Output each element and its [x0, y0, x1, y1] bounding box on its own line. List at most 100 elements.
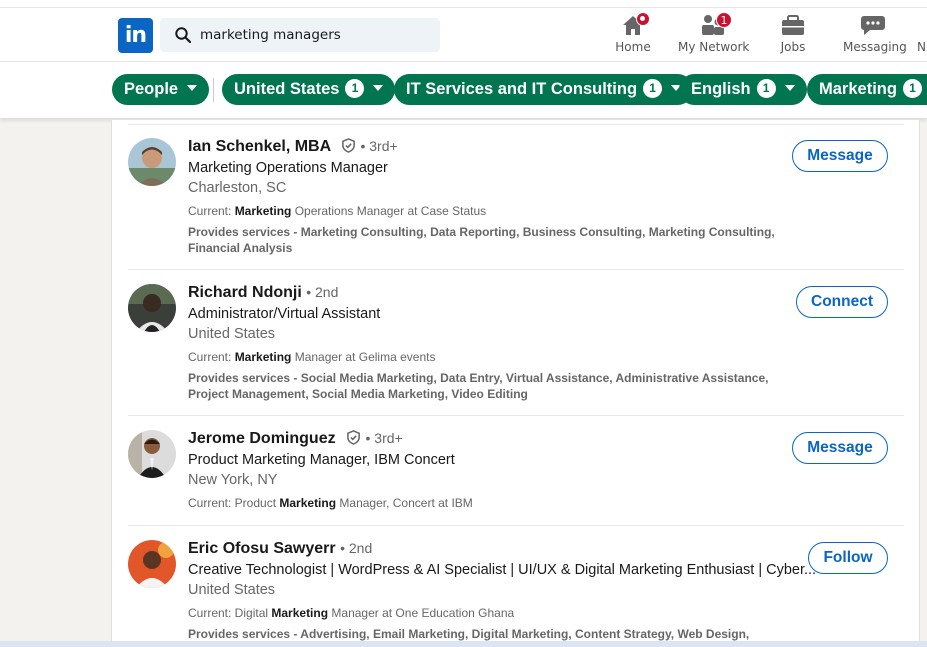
browser-top-strip: [0, 0, 927, 8]
current-suffix: Manager at Gelima events: [291, 350, 436, 364]
result-location: New York, NY: [188, 472, 278, 488]
name-text[interactable]: Jerome Dominguez: [188, 430, 336, 447]
result-card: Ian Schenkel, MBA • 3rd+ Marketing Opera…: [112, 138, 921, 268]
global-nav: in marketing managers Home 1 My Network: [0, 8, 927, 62]
filter-label: Marketing: [819, 80, 897, 98]
result-name[interactable]: Jerome Dominguez • 3rd+: [188, 430, 403, 448]
result-location: United States: [188, 326, 276, 342]
filter-divider: [213, 78, 214, 102]
filter-language[interactable]: English 1: [679, 74, 807, 105]
current-prefix: Current:: [188, 350, 235, 364]
result-current-position: Current: Marketing Manager at Gelima eve…: [188, 350, 435, 364]
result-card: Eric Ofosu Sawyerr • 2nd Creative Techno…: [112, 540, 921, 647]
result-current-position: Current: Product Marketing Manager, Conc…: [188, 496, 473, 510]
current-suffix: Operations Manager at Case Status: [291, 204, 487, 218]
nav-home[interactable]: Home: [614, 12, 652, 58]
current-suffix: Manager at One Education Ghana: [328, 606, 515, 620]
filter-label: United States: [234, 80, 340, 98]
nav-my-network[interactable]: 1 My Network: [678, 12, 750, 58]
connection-degree: • 3rd+: [360, 138, 398, 154]
result-name[interactable]: Eric Ofosu Sawyerr • 2nd: [188, 540, 372, 558]
nav-label: Jobs: [780, 40, 806, 54]
name-text[interactable]: Eric Ofosu Sawyerr: [188, 540, 336, 557]
result-location: Charleston, SC: [188, 180, 287, 196]
name-text[interactable]: Richard Ndonji: [188, 284, 302, 301]
filter-label: IT Services and IT Consulting: [406, 80, 638, 98]
nav-label: Home: [615, 40, 651, 54]
message-button[interactable]: Message: [792, 432, 888, 464]
nav-label: My Network: [678, 40, 750, 54]
search-icon: [175, 27, 192, 44]
divider: [128, 525, 904, 526]
caret-down-icon: [784, 85, 795, 91]
avatar[interactable]: [128, 430, 176, 478]
result-headline: Marketing Operations Manager: [188, 160, 388, 176]
notifications-icon: [917, 14, 927, 36]
result-headline: Product Marketing Manager, IBM Concert: [188, 452, 455, 468]
connection-degree: • 3rd+: [365, 430, 403, 446]
jobs-icon: [780, 14, 806, 36]
nav-messaging[interactable]: Messaging: [843, 14, 907, 58]
result-headline: Administrator/Virtual Assistant: [188, 306, 381, 322]
result-services: Provides services - Advertising, Email M…: [188, 627, 750, 641]
linkedin-logo[interactable]: in: [118, 18, 153, 53]
result-card: Richard Ndonji • 2nd Administrator/Virtu…: [112, 284, 921, 414]
avatar[interactable]: [128, 284, 176, 332]
name-text[interactable]: Ian Schenkel, MBA: [188, 138, 331, 155]
home-notification-dot: [636, 12, 650, 26]
my-network-icon: 1: [700, 12, 732, 36]
divider: [128, 415, 904, 416]
search-filter-bar: People United States 1 IT Services and IT…: [0, 62, 927, 119]
current-highlight: Marketing: [234, 204, 292, 218]
filter-count: 1: [756, 79, 776, 98]
nav-label: Messaging: [843, 40, 907, 54]
home-icon: [620, 12, 650, 36]
current-suffix: Manager, Concert at IBM: [336, 496, 473, 510]
network-badge: 1: [716, 12, 732, 28]
filter-industry[interactable]: IT Services and IT Consulting 1: [394, 74, 694, 105]
current-highlight: Marketing: [279, 496, 337, 510]
search-input[interactable]: marketing managers: [160, 18, 440, 52]
current-highlight: Marketing: [271, 606, 329, 620]
divider: [128, 269, 904, 270]
avatar[interactable]: [128, 138, 176, 186]
filter-count: 1: [902, 79, 922, 98]
search-query[interactable]: marketing managers: [200, 27, 341, 43]
result-location: United States: [188, 582, 276, 598]
connection-degree: • 2nd: [306, 284, 339, 300]
verified-shield-icon: [347, 430, 360, 445]
messaging-icon: [860, 14, 886, 36]
caret-down-icon: [187, 85, 198, 91]
filter-count: 1: [643, 79, 663, 98]
result-current-position: Current: Marketing Operations Manager at…: [188, 204, 486, 218]
verified-shield-icon: [342, 138, 355, 153]
connect-button[interactable]: Connect: [796, 286, 888, 318]
result-current-position: Current: Digital Marketing Manager at On…: [188, 606, 514, 620]
nav-jobs[interactable]: Jobs: [776, 14, 810, 58]
caret-down-icon: [373, 85, 384, 91]
message-button[interactable]: Message: [792, 140, 888, 172]
result-name[interactable]: Richard Ndonji • 2nd: [188, 284, 338, 302]
nav-label: N: [917, 40, 926, 54]
current-prefix: Current: Product: [188, 496, 280, 510]
filter-service-category[interactable]: Marketing 1: [807, 74, 927, 105]
result-services: Provides services - Marketing Consulting…: [188, 225, 775, 255]
result-name[interactable]: Ian Schenkel, MBA • 3rd+: [188, 138, 398, 156]
result-services: Provides services - Social Media Marketi…: [188, 371, 769, 401]
current-prefix: Current: Digital: [188, 606, 272, 620]
connection-degree: • 2nd: [340, 540, 373, 556]
filter-label: English: [691, 80, 751, 98]
filter-count: 1: [345, 79, 365, 98]
result-card: Jerome Dominguez • 3rd+ Product Marketin…: [112, 430, 921, 526]
taskbar-strip: [0, 641, 927, 647]
current-prefix: Current:: [188, 204, 235, 218]
follow-button[interactable]: Follow: [808, 542, 888, 574]
filter-label: People: [124, 80, 179, 98]
filter-location[interactable]: United States 1: [222, 74, 396, 105]
divider: [128, 124, 904, 125]
avatar[interactable]: [128, 540, 176, 588]
result-headline: Creative Technologist | WordPress & AI S…: [188, 562, 817, 578]
nav-notifications[interactable]: N: [917, 14, 927, 58]
filter-people[interactable]: People: [112, 74, 210, 105]
current-highlight: Marketing: [234, 350, 292, 364]
